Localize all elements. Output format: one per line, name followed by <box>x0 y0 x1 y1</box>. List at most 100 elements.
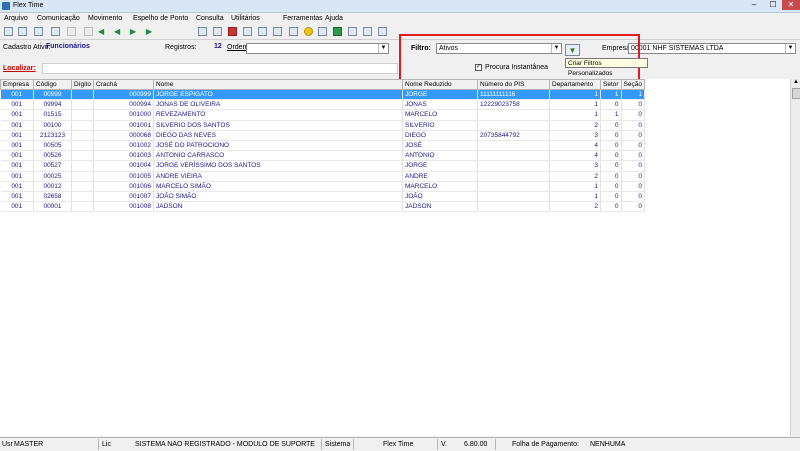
table-row[interactable]: 001 02658 001007 JOÃO SIMÃO JOÃO 1 0 0 <box>0 191 645 203</box>
table-cell[interactable]: 001 <box>0 171 34 182</box>
menu-item-ajuda[interactable]: Ajuda <box>325 15 343 22</box>
table-cell[interactable] <box>71 191 94 203</box>
table-cell[interactable] <box>71 130 94 141</box>
table-cell[interactable]: SILVERIO <box>402 120 478 131</box>
table-cell[interactable]: 0 <box>600 201 622 213</box>
table-cell[interactable]: JORGE <box>402 89 478 101</box>
scroll-up-icon[interactable]: ▲ <box>791 79 800 87</box>
table-cell[interactable]: 001000 <box>93 109 154 121</box>
table-cell[interactable]: 0 <box>621 150 645 162</box>
table-cell[interactable]: 0 <box>600 140 622 152</box>
table-cell[interactable] <box>477 181 550 192</box>
menu-item-ferramentas[interactable]: Ferramentas <box>283 15 323 22</box>
table-row[interactable]: 001 00999 000999 JORGE ESPIGATO JORGE 1111111… <box>0 89 645 101</box>
table-cell[interactable]: 0 <box>621 140 645 152</box>
menu-item-utilitarios[interactable]: Utilitários <box>231 15 260 22</box>
close-button[interactable]: ✕ <box>782 0 800 10</box>
last-record-icon[interactable]: ▶ <box>146 27 155 36</box>
table-icon[interactable] <box>289 27 298 36</box>
fork-icon[interactable] <box>363 27 372 36</box>
table-cell[interactable] <box>477 109 550 121</box>
stop-icon[interactable] <box>228 27 237 36</box>
clock-icon[interactable] <box>243 27 252 36</box>
table-cell[interactable]: 1 <box>600 89 622 101</box>
table-cell[interactable]: 1 <box>600 109 622 121</box>
column-header[interactable]: Nome Reduzido <box>402 79 478 90</box>
table-cell[interactable]: 09994 <box>33 99 72 111</box>
table-cell[interactable] <box>71 140 94 152</box>
table-cell[interactable]: 2 <box>549 201 601 213</box>
table-row[interactable]: 001 00001 001008 JADSON JADSON 2 0 0 <box>0 201 645 213</box>
table-cell[interactable]: 001 <box>0 181 34 192</box>
minimize-button[interactable]: – <box>745 0 763 10</box>
table-cell[interactable]: 001 <box>0 99 34 111</box>
table-cell[interactable]: 0 <box>621 120 645 131</box>
menu-item-espelho-de-ponto[interactable]: Espelho de Ponto <box>133 15 188 22</box>
table-cell[interactable] <box>71 181 94 192</box>
table-cell[interactable]: 1 <box>549 181 601 192</box>
calendar-icon[interactable] <box>273 27 282 36</box>
table-cell[interactable]: 2123123 <box>33 130 72 141</box>
ordem-select[interactable]: ▼ <box>246 43 389 54</box>
empresa-select[interactable]: 00001 NHF SISTEMAS LTDA ▼ <box>628 43 796 54</box>
table-cell[interactable]: MARCELO SIMÃO <box>153 181 403 192</box>
table-cell[interactable] <box>477 140 550 152</box>
table-cell[interactable]: 0 <box>621 160 645 172</box>
table-cell[interactable]: 001 <box>0 191 34 203</box>
table-cell[interactable] <box>71 99 94 111</box>
table-cell[interactable]: 001003 <box>93 150 154 162</box>
table-cell[interactable] <box>71 89 94 101</box>
column-header[interactable]: Setor <box>600 79 622 90</box>
table-cell[interactable]: 2 <box>549 171 601 182</box>
table-cell[interactable]: 000999 <box>93 89 154 101</box>
table-cell[interactable]: 00526 <box>33 150 72 162</box>
next-record-icon[interactable]: ▶ <box>130 27 139 36</box>
scroll-thumb[interactable] <box>792 88 800 99</box>
table-cell[interactable]: 20735844792 <box>477 130 550 141</box>
table-cell[interactable]: 0 <box>600 120 622 131</box>
table-cell[interactable]: 01515 <box>33 109 72 121</box>
table-cell[interactable]: 001 <box>0 201 34 213</box>
table-cell[interactable] <box>477 150 550 162</box>
table-cell[interactable]: SILVERIO DOS SANTOS <box>153 120 403 131</box>
table-cell[interactable]: 11111111116 <box>477 89 550 101</box>
table-cell[interactable] <box>477 160 550 172</box>
table-cell[interactable]: 000068 <box>93 130 154 141</box>
table-cell[interactable]: 0 <box>621 99 645 111</box>
table-cell[interactable]: DIEGO <box>402 130 478 141</box>
table-cell[interactable] <box>71 201 94 213</box>
menu-item-arquivo[interactable]: Arquivo <box>4 15 28 22</box>
table-cell[interactable]: ANDRE <box>402 171 478 182</box>
document-icon[interactable] <box>84 27 93 36</box>
report-icon[interactable] <box>213 27 222 36</box>
table-cell[interactable]: 001 <box>0 89 34 101</box>
print-icon[interactable] <box>51 27 60 36</box>
table-cell[interactable]: 3 <box>549 160 601 172</box>
table-cell[interactable]: JADSON <box>402 201 478 213</box>
column-header[interactable]: Crachá <box>93 79 154 90</box>
table-cell[interactable]: REVEZAMENTO <box>153 109 403 121</box>
table-cell[interactable]: 001 <box>0 130 34 141</box>
search-input[interactable] <box>42 63 398 74</box>
table-cell[interactable]: 02658 <box>33 191 72 203</box>
table-cell[interactable]: JOÃO <box>402 191 478 203</box>
table-cell[interactable]: 0 <box>621 181 645 192</box>
table-cell[interactable]: 0 <box>621 191 645 203</box>
menu-item-movimento[interactable]: Movimento <box>88 15 122 22</box>
table-cell[interactable]: ANTONIO CARRASCO <box>153 150 403 162</box>
table-cell[interactable] <box>477 120 550 131</box>
moon-icon[interactable] <box>304 27 313 36</box>
table-cell[interactable]: 0 <box>600 191 622 203</box>
table-cell[interactable]: JONAS <box>402 99 478 111</box>
menu-item-comunicacao[interactable]: Comunicação <box>37 15 80 22</box>
table-cell[interactable]: 00001 <box>33 201 72 213</box>
table-cell[interactable]: 00527 <box>33 160 72 172</box>
table-cell[interactable]: 00100 <box>33 120 72 131</box>
table-cell[interactable]: 0 <box>600 171 622 182</box>
previous-record-icon[interactable]: ◀ <box>114 27 123 36</box>
table-cell[interactable]: JADSON <box>153 201 403 213</box>
column-header[interactable]: Dígito <box>71 79 94 90</box>
table-cell[interactable]: 001 <box>0 150 34 162</box>
table-row[interactable]: 001 00025 001005 ANDRE VIEIRA ANDRE 2 0 0 <box>0 171 645 182</box>
table-cell[interactable]: JOSÉ <box>402 140 478 152</box>
